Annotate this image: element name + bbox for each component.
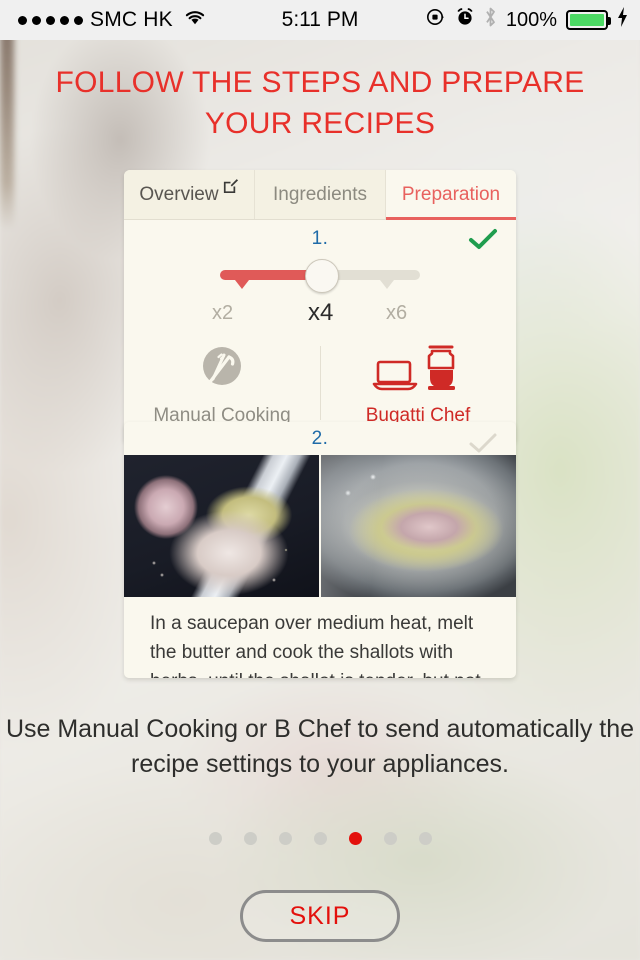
step-2-photo-strip: [124, 455, 516, 597]
status-bar-left: SMC HK: [0, 8, 207, 32]
tab-overview[interactable]: Overview: [124, 170, 254, 219]
page-indicator-dots[interactable]: [0, 832, 640, 845]
slider-notch-x2: [235, 280, 249, 289]
tab-ingredients-label: Ingredients: [272, 183, 367, 205]
page-dot-3[interactable]: [278, 832, 292, 845]
tab-preparation-label: Preparation: [401, 183, 501, 205]
signal-strength-dots-icon: [18, 15, 83, 25]
alarm-clock-icon: [455, 7, 475, 33]
battery-percent-label: 100%: [505, 8, 557, 31]
slider-label-x6[interactable]: x6: [386, 302, 407, 325]
status-bar: SMC HK 5:11 PM 100%: [0, 0, 640, 40]
saucepan-butter-shallots-photo: [321, 455, 516, 597]
tab-overview-label: Overview: [139, 183, 219, 205]
page-dot-2[interactable]: [243, 832, 257, 845]
step-2-header: 2.: [124, 422, 516, 455]
step-2-card: 2. In a saucepan over medium heat, melt …: [124, 422, 516, 678]
skip-button[interactable]: SKIP: [240, 890, 400, 942]
recipe-settings-card: Overview Ingredients Preparation 1. x2 x…: [124, 170, 516, 456]
tab-bar: Overview Ingredients Preparation: [124, 170, 516, 220]
edit-square-icon: [222, 177, 239, 200]
status-bar-right: 100%: [426, 6, 640, 34]
page-dot-5-active[interactable]: [348, 832, 362, 845]
slider-label-x4[interactable]: x4: [308, 299, 333, 327]
carrier-label: SMC HK: [90, 8, 173, 31]
utensils-circle-icon: [196, 342, 248, 399]
laptop-blender-icon: [370, 342, 466, 399]
green-check-icon[interactable]: [468, 228, 498, 257]
step-1-section: 1. x2 x4 x6: [124, 220, 516, 336]
mode-manual-cooking[interactable]: Manual Cooking: [124, 342, 320, 427]
servings-slider[interactable]: [220, 258, 420, 302]
bluetooth-icon: [484, 6, 497, 34]
slider-tick-labels: x2 x4 x6: [200, 299, 440, 330]
page-dot-4[interactable]: [313, 832, 327, 845]
step-1-number: 1.: [311, 228, 329, 249]
page-dot-6[interactable]: [383, 832, 397, 845]
lightning-bolt-icon: [617, 7, 628, 33]
tab-ingredients[interactable]: Ingredients: [254, 170, 385, 219]
step-2-number: 2.: [311, 428, 329, 449]
wifi-icon: [183, 8, 207, 32]
page-title: FOLLOW THE STEPS AND PREPARE YOUR RECIPE…: [0, 62, 640, 144]
page-title-line-1: FOLLOW THE STEPS AND PREPARE: [55, 66, 585, 99]
step-2-instruction-text: In a saucepan over medium heat, melt the…: [150, 613, 481, 678]
page-dot-7[interactable]: [418, 832, 432, 845]
battery-icon: [566, 10, 611, 30]
mode-bugatti-chef[interactable]: Bugatti Chef: [320, 342, 516, 427]
rotation-lock-icon: [426, 7, 446, 33]
slider-label-x2[interactable]: x2: [212, 302, 233, 325]
slider-knob[interactable]: [305, 259, 339, 293]
page-dot-1[interactable]: [208, 832, 222, 845]
tab-preparation[interactable]: Preparation: [385, 170, 516, 220]
chopped-shallots-garlic-photo: [124, 455, 319, 597]
skip-button-label: SKIP: [289, 901, 351, 930]
slider-notch-x6: [380, 280, 394, 289]
onboarding-caption: Use Manual Cooking or B Chef to send aut…: [5, 715, 635, 778]
page-title-line-2: YOUR RECIPES: [204, 107, 436, 140]
